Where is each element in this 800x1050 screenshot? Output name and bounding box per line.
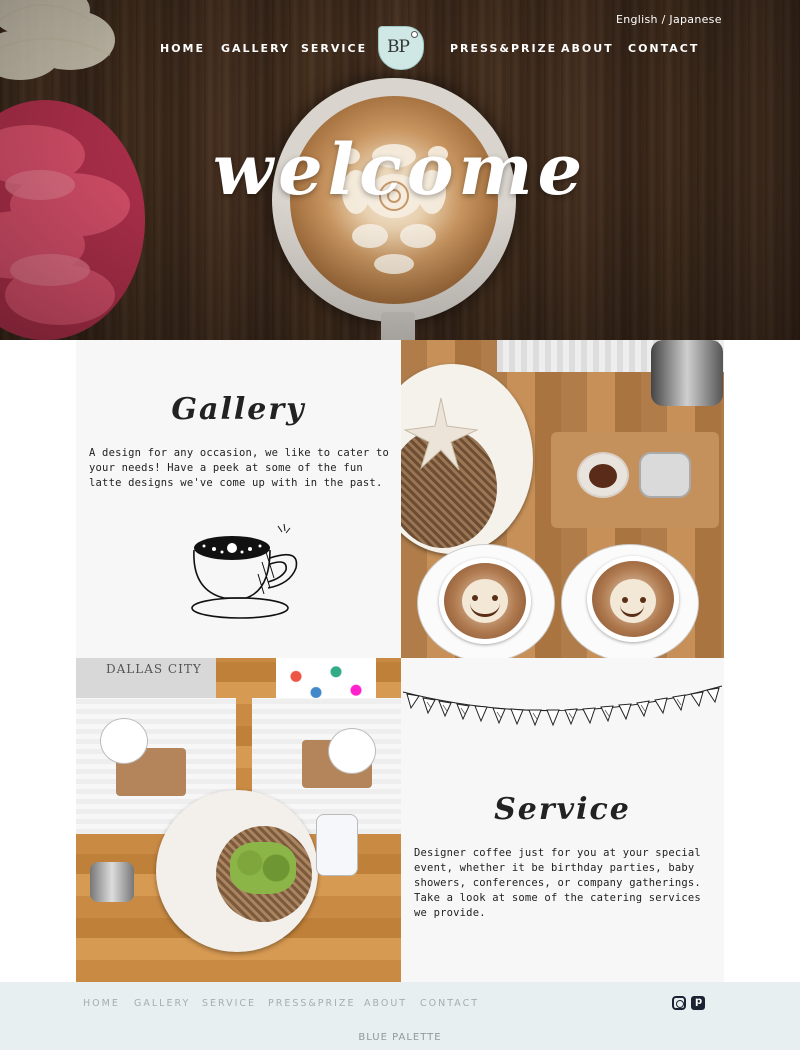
pinterest-icon[interactable]: p: [691, 996, 705, 1010]
logo-link[interactable]: BP: [378, 26, 424, 70]
coffee-cup-sketch-icon: [191, 523, 298, 619]
footer-nav-home[interactable]: HOME: [83, 998, 120, 1009]
shirt-print-text: DALLAS CITY: [106, 662, 202, 676]
footer-nav-service[interactable]: SERVICE: [202, 998, 256, 1009]
nav-gallery[interactable]: GALLERY: [221, 42, 290, 55]
latte-baby-cup: [587, 556, 679, 642]
starfish-decoration: [403, 397, 479, 471]
latte-face-cup: [439, 558, 531, 644]
service-section[interactable]: Service Designer coffee just for you at …: [401, 658, 724, 982]
footer-nav-about[interactable]: ABOUT: [364, 998, 407, 1009]
green-napkins: [230, 842, 296, 894]
footer-nav-contact[interactable]: CONTACT: [420, 998, 479, 1009]
logo-text: BP: [387, 37, 410, 57]
gallery-section[interactable]: Gallery A design for any occasion, we li…: [76, 340, 401, 658]
logo-dot-icon: [411, 31, 418, 38]
instagram-icon[interactable]: [672, 996, 686, 1010]
gallery-photo-kids-latte[interactable]: DALLAS CITY: [76, 658, 401, 982]
footer: HOME GALLERY SERVICE PRESS&PRIZE ABOUT C…: [0, 982, 800, 1050]
wooden-board: [551, 432, 719, 528]
top-navigation: English / Japanese HOME GALLERY SERVICE …: [0, 0, 800, 90]
nav-press-prize[interactable]: PRESS&PRIZE: [450, 42, 557, 55]
hero-title: welcome: [212, 128, 588, 211]
nav-contact[interactable]: CONTACT: [628, 42, 699, 55]
gallery-photo-latte-faces[interactable]: [401, 340, 724, 658]
milk-pitcher: [639, 452, 691, 498]
footer-nav-press-prize[interactable]: PRESS&PRIZE: [268, 998, 355, 1009]
nav-service[interactable]: SERVICE: [301, 42, 367, 55]
language-switch-link[interactable]: English / Japanese: [616, 13, 722, 26]
metal-pot: [90, 862, 134, 902]
bunting-flags-decoration: [402, 685, 723, 727]
latte-cup: [328, 728, 376, 774]
footer-brand: BLUE PALETTE: [358, 1032, 442, 1043]
service-description: Designer coffee just for you at your spe…: [414, 847, 701, 919]
gallery-title: Gallery: [171, 392, 306, 427]
footer-nav-gallery[interactable]: GALLERY: [134, 998, 190, 1009]
cup-handle: [381, 312, 415, 340]
milk-jar: [316, 814, 358, 876]
service-title: Service: [494, 792, 631, 827]
milk-jug: [651, 340, 723, 406]
latte-cup: [100, 718, 148, 764]
syrup-glass: [577, 452, 629, 498]
nav-home[interactable]: HOME: [160, 42, 205, 55]
gallery-description: A design for any occasion, we like to ca…: [89, 447, 389, 489]
nav-about[interactable]: ABOUT: [561, 42, 614, 55]
